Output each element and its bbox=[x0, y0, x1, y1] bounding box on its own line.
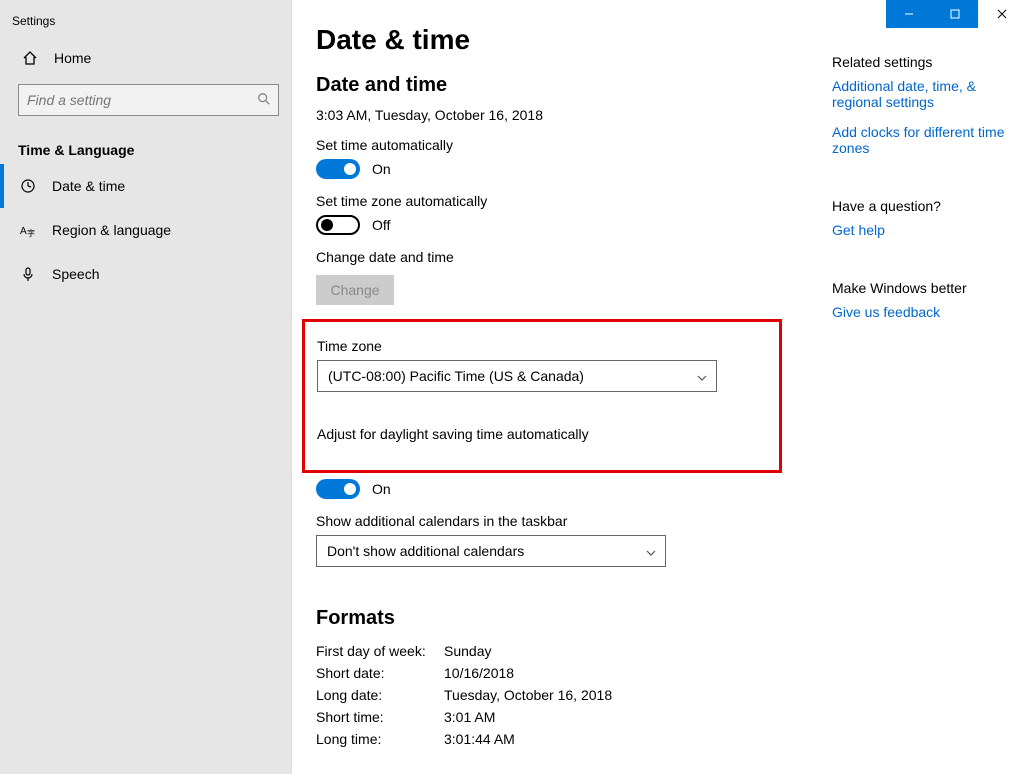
formats-table: First day of week:Sunday Short date:10/1… bbox=[316, 640, 826, 750]
main-area: Date & time Date and time 3:03 AM, Tuesd… bbox=[292, 0, 1024, 774]
formats-title: Formats bbox=[316, 607, 826, 630]
short-date-key: Short date: bbox=[316, 665, 444, 681]
chevron-down-icon bbox=[645, 546, 657, 562]
long-date-value: Tuesday, October 16, 2018 bbox=[444, 687, 612, 703]
sidebar-item-region-language[interactable]: A字 Region & language bbox=[0, 208, 291, 252]
dst-state: On bbox=[372, 481, 391, 497]
set-time-auto-label: Set time automatically bbox=[316, 137, 826, 153]
first-day-key: First day of week: bbox=[316, 643, 444, 659]
change-date-time-label: Change date and time bbox=[316, 249, 826, 265]
long-time-key: Long time: bbox=[316, 731, 444, 747]
set-tz-auto-label: Set time zone automatically bbox=[316, 193, 826, 209]
have-question-title: Have a question? bbox=[832, 198, 1022, 214]
language-icon: A字 bbox=[18, 222, 38, 238]
sidebar-item-speech[interactable]: Speech bbox=[0, 252, 291, 296]
svg-text:字: 字 bbox=[27, 228, 35, 238]
first-day-value: Sunday bbox=[444, 643, 491, 659]
search-input[interactable] bbox=[18, 84, 279, 116]
right-panel: Related settings Additional date, time, … bbox=[832, 24, 1022, 774]
app-title: Settings bbox=[0, 8, 291, 38]
give-feedback-link[interactable]: Give us feedback bbox=[832, 304, 1022, 320]
timezone-value: (UTC-08:00) Pacific Time (US & Canada) bbox=[328, 368, 584, 384]
timezone-highlight: Time zone (UTC-08:00) Pacific Time (US &… bbox=[302, 319, 782, 473]
long-time-value: 3:01:44 AM bbox=[444, 731, 515, 747]
section-date-and-time: Date and time bbox=[316, 74, 826, 97]
clock-icon bbox=[18, 178, 38, 194]
current-datetime: 3:03 AM, Tuesday, October 16, 2018 bbox=[316, 107, 826, 123]
content: Date & time Date and time 3:03 AM, Tuesd… bbox=[316, 24, 826, 774]
timezone-label: Time zone bbox=[317, 338, 763, 354]
search-input-wrapper bbox=[18, 84, 279, 116]
timezone-select[interactable]: (UTC-08:00) Pacific Time (US & Canada) bbox=[317, 360, 717, 392]
window-controls bbox=[886, 0, 1024, 28]
change-button: Change bbox=[316, 275, 394, 305]
settings-window: Settings Home Time & Language Date & tim… bbox=[0, 0, 1024, 774]
page-title: Date & time bbox=[316, 24, 826, 56]
additional-date-link[interactable]: Additional date, time, & regional settin… bbox=[832, 78, 1022, 110]
sidebar-section-title: Time & Language bbox=[0, 126, 291, 164]
maximize-button[interactable] bbox=[932, 0, 978, 28]
set-time-auto-toggle[interactable] bbox=[316, 159, 360, 179]
set-tz-auto-toggle[interactable] bbox=[316, 215, 360, 235]
home-nav[interactable]: Home bbox=[0, 38, 291, 78]
sidebar-item-label: Region & language bbox=[52, 222, 171, 238]
sidebar-item-label: Speech bbox=[52, 266, 99, 282]
sidebar-item-label: Date & time bbox=[52, 178, 125, 194]
short-time-value: 3:01 AM bbox=[444, 709, 495, 725]
sidebar: Settings Home Time & Language Date & tim… bbox=[0, 0, 292, 774]
make-windows-better-title: Make Windows better bbox=[832, 280, 1022, 296]
related-settings-title: Related settings bbox=[832, 54, 1022, 70]
active-marker bbox=[0, 164, 4, 208]
close-button[interactable] bbox=[978, 0, 1024, 28]
get-help-link[interactable]: Get help bbox=[832, 222, 1022, 238]
calendars-value: Don't show additional calendars bbox=[327, 543, 524, 559]
chevron-down-icon bbox=[696, 371, 708, 387]
set-time-auto-state: On bbox=[372, 161, 391, 177]
microphone-icon bbox=[18, 266, 38, 282]
dst-label: Adjust for daylight saving time automati… bbox=[317, 426, 763, 442]
svg-text:A: A bbox=[20, 226, 27, 237]
calendars-label: Show additional calendars in the taskbar bbox=[316, 513, 826, 529]
calendars-select[interactable]: Don't show additional calendars bbox=[316, 535, 666, 567]
add-clocks-link[interactable]: Add clocks for different time zones bbox=[832, 124, 1022, 156]
home-icon bbox=[20, 50, 40, 66]
minimize-button[interactable] bbox=[886, 0, 932, 28]
short-time-key: Short time: bbox=[316, 709, 444, 725]
set-tz-auto-state: Off bbox=[372, 217, 390, 233]
search-icon bbox=[257, 92, 271, 111]
short-date-value: 10/16/2018 bbox=[444, 665, 514, 681]
dst-toggle[interactable] bbox=[316, 479, 360, 499]
home-label: Home bbox=[54, 50, 91, 66]
sidebar-item-date-time[interactable]: Date & time bbox=[0, 164, 291, 208]
long-date-key: Long date: bbox=[316, 687, 444, 703]
